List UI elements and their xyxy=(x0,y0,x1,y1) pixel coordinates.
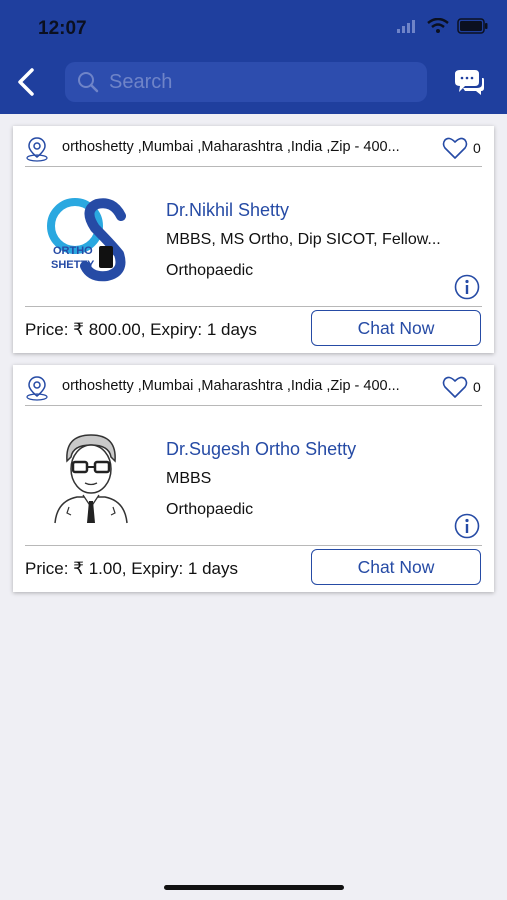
search-icon xyxy=(78,72,99,93)
address-text: orthoshetty ,Mumbai ,Maharashtra ,India … xyxy=(62,139,400,155)
battery-icon xyxy=(457,18,488,34)
heart-icon[interactable] xyxy=(442,136,468,160)
doctor-specialty: Orthopaedic xyxy=(166,262,254,279)
price-expiry: Price: ₹ 800.00, Expiry: 1 days xyxy=(25,320,257,339)
search-bar[interactable] xyxy=(65,62,427,102)
chat-now-button[interactable]: Chat Now xyxy=(311,549,481,585)
address-row: orthoshetty ,Mumbai ,Maharashtra ,India … xyxy=(13,126,494,166)
home-indicator[interactable] xyxy=(164,885,344,890)
doctor-specialty: Orthopaedic xyxy=(166,501,254,518)
doctor-name[interactable]: Dr.Sugesh Ortho Shetty xyxy=(166,439,356,460)
logo-text-ortho: ORTHO xyxy=(53,245,93,257)
info-icon[interactable] xyxy=(454,274,480,300)
doctor-name[interactable]: Dr.Nikhil Shetty xyxy=(166,200,289,221)
back-button[interactable] xyxy=(12,66,40,98)
logo-text-shetty: SHETTY xyxy=(51,259,95,271)
ortho-shetty-logo: ORTHO SHETTY xyxy=(47,198,126,282)
like-count: 0 xyxy=(473,379,481,395)
chat-now-button[interactable]: Chat Now xyxy=(311,310,481,346)
doctor-avatar xyxy=(54,434,128,524)
wifi-icon xyxy=(427,18,449,33)
doctor-degree: MBBS, MS Ortho, Dip SICOT, Fellow... xyxy=(166,231,441,248)
doctor-degree: MBBS xyxy=(166,470,212,487)
divider xyxy=(25,166,482,167)
address-row: orthoshetty ,Mumbai ,Maharashtra ,India … xyxy=(13,365,494,405)
divider xyxy=(25,545,482,546)
search-input[interactable] xyxy=(101,62,427,102)
top-bar: 12:07 xyxy=(0,0,507,114)
location-pin-icon xyxy=(26,137,48,162)
status-icons xyxy=(397,18,489,34)
chat-bubbles-icon[interactable] xyxy=(451,68,485,96)
doctor-card[interactable]: orthoshetty ,Mumbai ,Maharashtra ,India … xyxy=(13,126,494,353)
address-text: orthoshetty ,Mumbai ,Maharashtra ,India … xyxy=(62,378,400,394)
signal-icon xyxy=(397,20,415,33)
status-time: 12:07 xyxy=(38,18,87,39)
price-expiry: Price: ₹ 1.00, Expiry: 1 days xyxy=(25,559,239,578)
heart-icon[interactable] xyxy=(442,375,468,399)
location-pin-icon xyxy=(26,376,48,401)
like-count: 0 xyxy=(473,140,481,156)
doctor-card[interactable]: orthoshetty ,Mumbai ,Maharashtra ,India … xyxy=(13,365,494,592)
divider xyxy=(25,306,482,307)
info-icon[interactable] xyxy=(454,513,480,539)
divider xyxy=(25,405,482,406)
